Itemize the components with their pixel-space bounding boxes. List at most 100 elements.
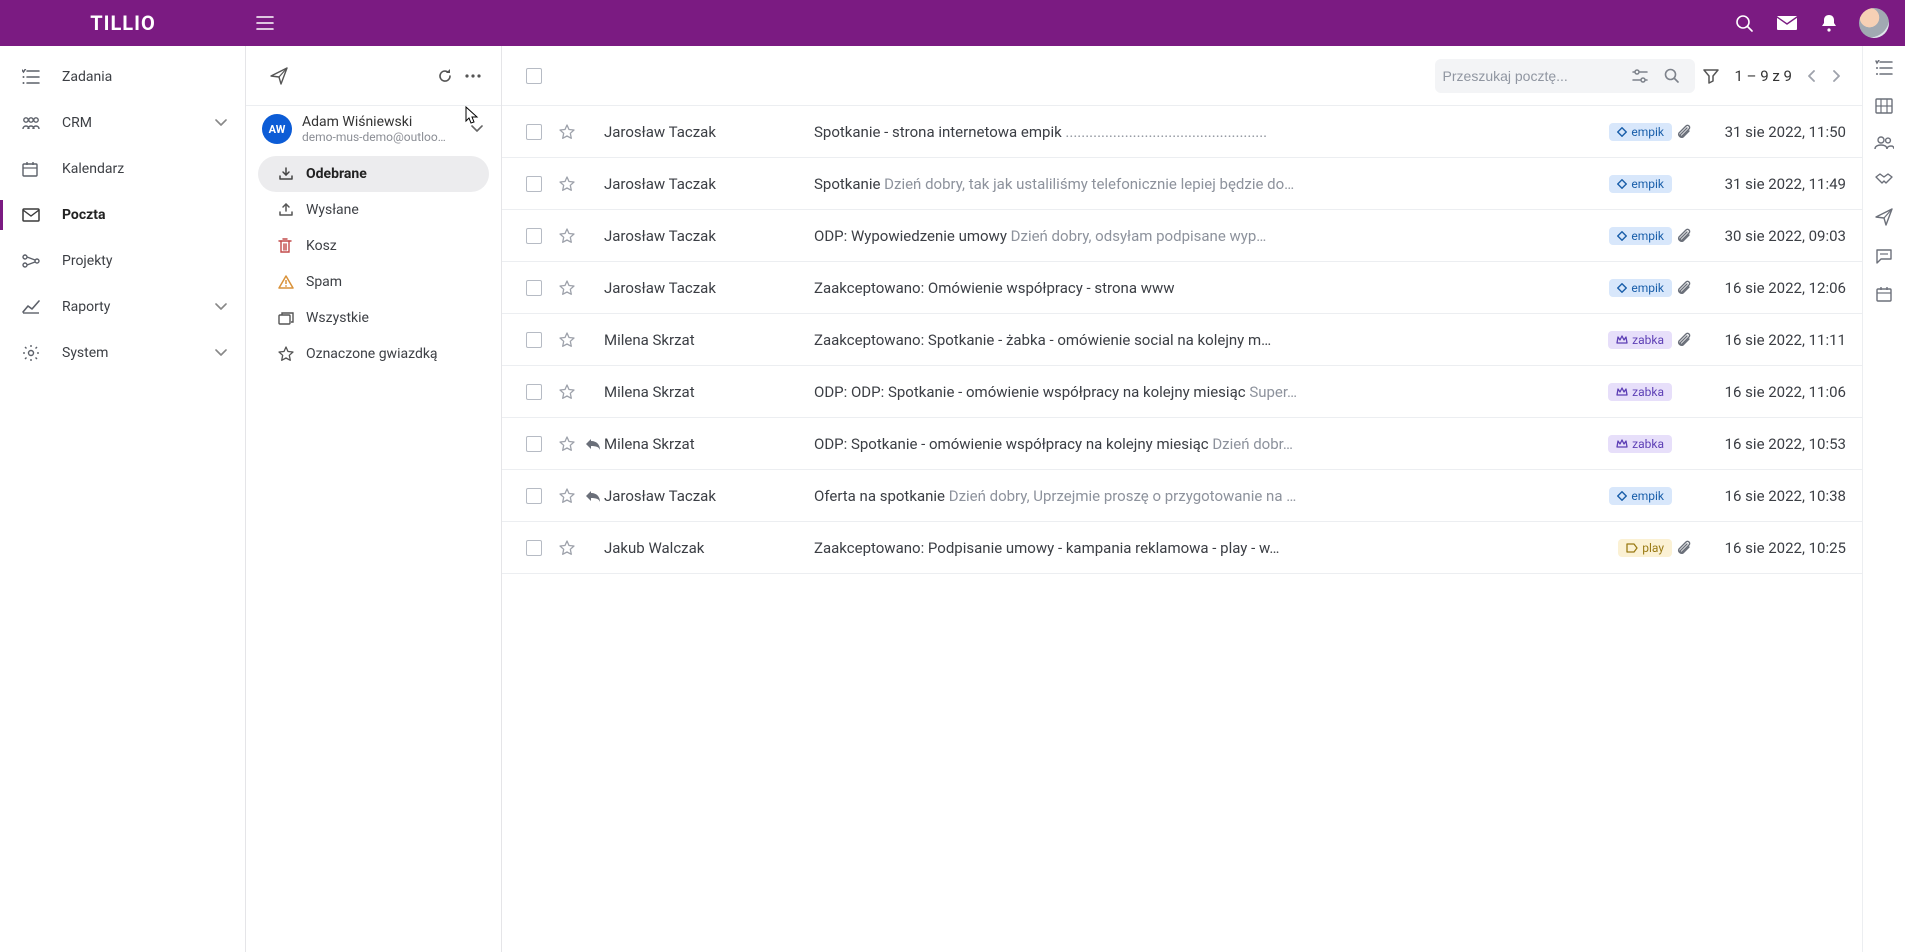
row-checkbox[interactable] xyxy=(526,228,542,244)
star-button[interactable] xyxy=(552,436,582,452)
folder-item[interactable]: Spam xyxy=(258,264,489,300)
rail-contacts-button[interactable] xyxy=(1874,136,1894,150)
mail-row[interactable]: Jarosław TaczakSpotkanie Dzień dobry, ta… xyxy=(502,158,1862,210)
mail-row[interactable]: Milena SkrzatODP: Spotkanie - omówienie … xyxy=(502,418,1862,470)
star-outline-icon xyxy=(559,228,575,244)
mail-row[interactable]: Jarosław TaczakSpotkanie - strona intern… xyxy=(502,106,1862,158)
mail-row[interactable]: Jarosław TaczakZaakceptowano: Omówienie … xyxy=(502,262,1862,314)
paperclip-icon xyxy=(1677,124,1691,140)
prev-page-button[interactable] xyxy=(1800,70,1824,82)
tag-crown-icon xyxy=(1616,335,1628,345)
row-checkbox[interactable] xyxy=(526,436,542,452)
sidebar-item-reports[interactable]: Raporty xyxy=(0,284,245,330)
star-button[interactable] xyxy=(552,332,582,348)
sidebar-item-crm[interactable]: CRM xyxy=(0,100,245,146)
search-submit-button[interactable] xyxy=(1656,68,1687,83)
folder-item[interactable]: Oznaczone gwiazdką xyxy=(258,336,489,372)
mail-row[interactable]: Milena SkrzatZaakceptowano: Spotkanie - … xyxy=(502,314,1862,366)
mail-date: 31 sie 2022, 11:50 xyxy=(1696,123,1846,141)
folder-item[interactable]: Odebrane xyxy=(258,156,489,192)
star-outline-icon xyxy=(559,488,575,504)
star-button[interactable] xyxy=(552,488,582,504)
projects-icon xyxy=(22,254,46,268)
account-selector[interactable]: AW Adam Wiśniewski demo-mus-demo@outloo… xyxy=(246,106,501,154)
chevron-right-icon xyxy=(1832,70,1840,82)
star-button[interactable] xyxy=(552,124,582,140)
notifications-button[interactable] xyxy=(1809,14,1849,32)
mail-row[interactable]: Jarosław TaczakODP: Wypowiedzenie umowy … xyxy=(502,210,1862,262)
sidebar-item-mail[interactable]: Poczta xyxy=(0,192,245,238)
account-expand-button[interactable] xyxy=(467,121,487,137)
mail-tag[interactable]: play xyxy=(1618,539,1672,557)
mail-search-input[interactable] xyxy=(1443,68,1624,84)
folder-item[interactable]: Kosz xyxy=(258,228,489,264)
star-button[interactable] xyxy=(552,228,582,244)
chevron-down-icon xyxy=(471,125,483,133)
mail-tag[interactable]: empik xyxy=(1609,123,1672,141)
folder-item[interactable]: Wysłane xyxy=(258,192,489,228)
mail-tag[interactable]: zabka xyxy=(1608,383,1672,401)
rail-calendar-button[interactable] xyxy=(1876,286,1892,302)
star-button[interactable] xyxy=(552,540,582,556)
select-all-checkbox[interactable] xyxy=(526,68,542,84)
rail-table-button[interactable] xyxy=(1875,98,1893,114)
row-checkbox[interactable] xyxy=(526,280,542,296)
sidebar-item-label: System xyxy=(62,345,108,361)
filter-button[interactable] xyxy=(1695,68,1727,84)
row-checkbox[interactable] xyxy=(526,540,542,556)
folder-item[interactable]: Wszystkie xyxy=(258,300,489,336)
calendar-icon xyxy=(22,161,46,177)
mail-tag[interactable]: empik xyxy=(1609,487,1672,505)
tasks-icon xyxy=(22,69,46,85)
mail-tag[interactable]: empik xyxy=(1609,279,1672,297)
brand-logo[interactable]: TILLIO xyxy=(0,11,246,35)
mail-search xyxy=(1435,59,1695,93)
row-checkbox[interactable] xyxy=(526,384,542,400)
mail-row[interactable]: Milena SkrzatODP: ODP: Spotkanie - omówi… xyxy=(502,366,1862,418)
rail-chat-button[interactable] xyxy=(1875,248,1893,264)
star-outline-icon xyxy=(559,176,575,192)
mail-preview: ........................................… xyxy=(1062,123,1267,141)
global-search-button[interactable] xyxy=(1723,14,1765,32)
rail-tasks-button[interactable] xyxy=(1875,60,1893,76)
star-button[interactable] xyxy=(552,176,582,192)
tag-label-icon xyxy=(1626,543,1638,553)
chevron-left-icon xyxy=(1808,70,1816,82)
mail-tag[interactable]: empik xyxy=(1609,175,1672,193)
star-button[interactable] xyxy=(552,280,582,296)
rail-send-button[interactable] xyxy=(1875,208,1893,226)
mail-date: 16 sie 2022, 10:38 xyxy=(1696,487,1846,505)
chevron-down-icon xyxy=(215,303,227,311)
sidebar-item-calendar[interactable]: Kalendarz xyxy=(0,146,245,192)
sidebar-item-tasks[interactable]: Zadania xyxy=(0,54,245,100)
chevron-down-icon xyxy=(215,119,227,127)
bell-icon xyxy=(1821,14,1837,32)
folder-label: Oznaczone gwiazdką xyxy=(306,346,438,362)
mail-subject: ODP: Wypowiedzenie umowy Dzień dobry, od… xyxy=(814,227,1601,245)
mail-tag[interactable]: empik xyxy=(1609,227,1672,245)
replied-indicator xyxy=(582,490,604,502)
mail-subject: ODP: Spotkanie - omówienie współpracy na… xyxy=(814,435,1600,453)
rail-deal-button[interactable] xyxy=(1874,172,1894,186)
compose-button[interactable] xyxy=(264,61,294,91)
mail-tag[interactable]: zabka xyxy=(1608,435,1672,453)
mail-row[interactable]: Jakub WalczakZaakceptowano: Podpisanie u… xyxy=(502,522,1862,574)
row-checkbox[interactable] xyxy=(526,176,542,192)
refresh-button[interactable] xyxy=(431,62,459,90)
row-checkbox[interactable] xyxy=(526,332,542,348)
star-button[interactable] xyxy=(552,384,582,400)
reply-icon xyxy=(585,438,601,450)
more-options-button[interactable] xyxy=(459,68,487,84)
user-avatar[interactable] xyxy=(1859,8,1889,38)
next-page-button[interactable] xyxy=(1824,70,1848,82)
mail-button[interactable] xyxy=(1765,16,1809,30)
row-checkbox[interactable] xyxy=(526,124,542,140)
mail-tag[interactable]: zabka xyxy=(1608,331,1672,349)
row-checkbox[interactable] xyxy=(526,488,542,504)
sidebar-item-settings[interactable]: System xyxy=(0,330,245,376)
menu-toggle-button[interactable] xyxy=(246,16,284,30)
sidebar-item-projects[interactable]: Projekty xyxy=(0,238,245,284)
mail-row[interactable]: Jarosław TaczakOferta na spotkanie Dzień… xyxy=(502,470,1862,522)
star-outline-icon xyxy=(559,540,575,556)
search-settings-button[interactable] xyxy=(1624,69,1656,83)
